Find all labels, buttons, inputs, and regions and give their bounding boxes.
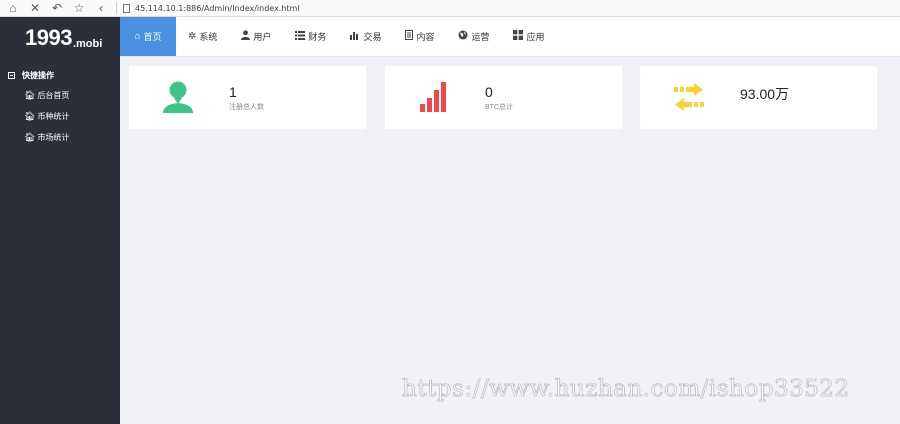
gear-icon: ✲ (188, 30, 197, 42)
tab-label: 应用 (526, 32, 545, 42)
star-icon[interactable]: ☆ (70, 0, 88, 16)
undo-icon[interactable]: ↶ (48, 0, 66, 16)
tab-operations[interactable]: 运营 (446, 17, 501, 56)
logo-suffix: .mobi (72, 38, 103, 50)
sidebar-item-label: 后台首页 (37, 91, 70, 100)
close-icon[interactable]: ✕ (26, 0, 44, 16)
home-icon[interactable]: ⌂ (4, 0, 22, 16)
sidebar-item-coin-stats[interactable]: 🏠︎ 币种统计 (0, 106, 120, 127)
stat-label: BTC总计 (485, 104, 513, 111)
home-icon: ⌂ (134, 30, 141, 42)
sidebar-item-label: 币种统计 (37, 112, 70, 121)
stat-value: 1 (229, 84, 237, 100)
tab-label: 交易 (363, 32, 382, 42)
collapse-icon (8, 71, 15, 79)
page-icon (123, 3, 130, 13)
globe-icon (458, 30, 468, 43)
sidebar: 1993 .mobi 快捷操作 🏠︎ 后台首页 🏠︎ 币种统计 🏠︎ 市场统计 (0, 17, 120, 424)
toolbar-divider (116, 2, 117, 14)
stat-value: 0 (485, 84, 493, 100)
user-icon (241, 30, 251, 43)
sidebar-item-market-stats[interactable]: 🏠︎ 市场统计 (0, 127, 120, 148)
grid-icon (513, 30, 524, 43)
browser-toolbar: ⌂ ✕ ↶ ☆ ‹ 45.114.10.1:886/Admin/Index/in… (0, 0, 900, 17)
exchange-arrows-icon (672, 80, 706, 114)
sidebar-item-label: 市场统计 (37, 133, 70, 142)
tab-finance[interactable]: 财务 (283, 17, 338, 56)
tab-users[interactable]: 用户 (229, 17, 283, 56)
tab-apps[interactable]: 应用 (501, 17, 556, 56)
watermark: https://www.huzhan.com/ishop33522 (402, 376, 850, 403)
sidebar-section-quick-actions[interactable]: 快捷操作 (0, 65, 120, 85)
back-icon[interactable]: ‹ (92, 0, 110, 16)
address-bar[interactable]: 45.114.10.1:886/Admin/Index/index.html (135, 4, 300, 13)
logo-main: 1993 (25, 25, 72, 50)
stat-card-registered-users: 1 注册总人数 (129, 66, 366, 129)
user-icon (161, 80, 195, 114)
tab-system[interactable]: ✲ 系统 (176, 17, 229, 56)
top-nav: ⌂ 首页 ✲ 系统 用户 财务 交易 内容 运营 应用 (120, 17, 900, 57)
sidebar-section-label: 快捷操作 (22, 70, 54, 80)
tab-content[interactable]: 内容 (393, 17, 446, 56)
logo[interactable]: 1993 .mobi (0, 17, 120, 57)
stat-card-volume: 93.00万 (640, 66, 877, 129)
tab-trade[interactable]: 交易 (338, 17, 393, 56)
stat-card-btc-total: 0 BTC总计 (385, 66, 622, 129)
list-icon (295, 30, 306, 43)
bar-chart-icon (350, 31, 360, 43)
sidebar-item-admin-home[interactable]: 🏠︎ 后台首页 (0, 85, 120, 106)
stat-label: 注册总人数 (229, 104, 264, 111)
document-icon (405, 30, 414, 43)
tab-label: 运营 (471, 32, 490, 42)
stat-value: 93.00万 (740, 86, 790, 102)
home-icon: 🏠︎ (24, 90, 36, 100)
home-icon: 🏠︎ (24, 132, 36, 142)
signal-bars-icon (417, 80, 451, 114)
home-icon: 🏠︎ (24, 111, 36, 121)
tab-label: 首页 (143, 32, 162, 42)
tab-label: 财务 (308, 32, 327, 42)
tab-label: 系统 (199, 32, 218, 42)
tab-label: 内容 (416, 32, 435, 42)
tab-label: 用户 (253, 32, 272, 42)
tab-home[interactable]: ⌂ 首页 (120, 17, 176, 56)
